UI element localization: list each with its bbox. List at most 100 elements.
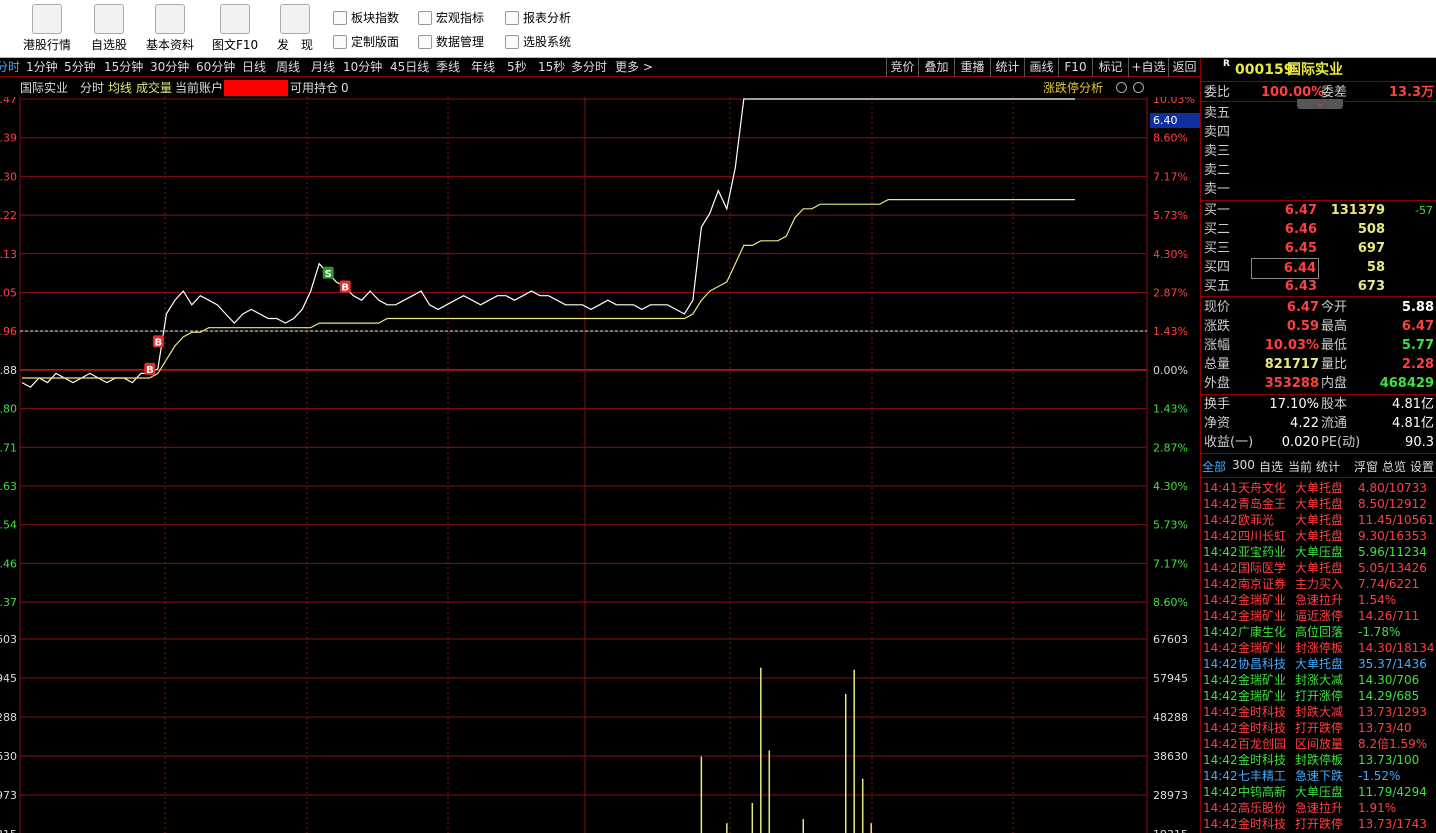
toolbar-link-3[interactable]: 定制版面 <box>333 32 399 52</box>
news-item[interactable]: 14:42 广康生化 高位回落 -1.78% <box>1201 624 1436 640</box>
news-item[interactable]: 14:42 金瑞矿业 逼近涨停 14.26/711 <box>1201 608 1436 624</box>
period-tab-5[interactable]: 60分钟 <box>196 58 235 77</box>
news-item[interactable]: 14:42 金瑞矿业 打开涨停 14.29/685 <box>1201 688 1436 704</box>
news-tab-6[interactable]: 总览 <box>1382 458 1406 475</box>
close-circle-icon[interactable] <box>1133 82 1144 93</box>
price-tick-label: 6.22 <box>0 209 17 222</box>
toolbar-link-0[interactable]: 板块指数 <box>333 8 399 28</box>
news-item[interactable]: 14:42 金时科技 封跌大减 13.73/1293 <box>1201 704 1436 720</box>
news-item[interactable]: 14:42 高乐股份 急速拉升 1.91% <box>1201 800 1436 816</box>
toolbar-button-1[interactable]: 自选股 <box>88 0 130 58</box>
period-tab-14[interactable]: 15秒 <box>538 58 565 77</box>
settings-circle-icon[interactable] <box>1116 82 1127 93</box>
news-time: 14:42 <box>1203 689 1238 703</box>
period-tab-1[interactable]: 1分钟 <box>26 58 58 77</box>
intraday-chart[interactable]: 6.47 10.03% 6.39 8.60% 6.30 7.17% 6.22 5.73% 6.1… <box>0 97 1200 833</box>
toolbar-link-5[interactable]: 选股系统 <box>505 32 571 52</box>
news-item[interactable]: 14:41 天舟文化 大单托盘 4.80/10733 <box>1201 480 1436 496</box>
period-tab-10[interactable]: 45日线 <box>390 58 429 77</box>
chart-tool-button-2[interactable]: 重播 <box>954 58 990 77</box>
news-item[interactable]: 14:42 四川长虹 大单托盘 9.30/16353 <box>1201 528 1436 544</box>
toolbar-button-0[interactable]: 港股行情 <box>22 0 72 58</box>
chart-tool-button-4[interactable]: 画线 <box>1024 58 1058 77</box>
news-item[interactable]: 14:42 协昌科技 大单托盘 35.37/1436 <box>1201 656 1436 672</box>
news-item[interactable]: 14:42 金瑞矿业 急速拉升 1.54% <box>1201 592 1436 608</box>
period-tab-6[interactable]: 日线 <box>242 58 266 77</box>
news-item[interactable]: 14:42 欧菲光 大单托盘 11.45/10561 <box>1201 512 1436 528</box>
news-stock: 亚宝药业 <box>1238 545 1287 559</box>
news-item[interactable]: 14:42 亚宝药业 大单压盘 5.96/11234 <box>1201 544 1436 560</box>
price-tick-label: 6.47 <box>0 97 17 106</box>
news-item[interactable]: 14:42 金瑞矿业 封涨停板 14.30/18134 <box>1201 640 1436 656</box>
chart-tool-button-6[interactable]: 标记 <box>1092 58 1128 77</box>
news-time: 14:42 <box>1203 721 1238 735</box>
toolbar-link-1[interactable]: 宏观指标 <box>418 8 484 28</box>
period-tab-2[interactable]: 5分钟 <box>64 58 96 77</box>
trade-marker-label: B <box>341 283 349 294</box>
chart-tool-button-5[interactable]: F10 <box>1058 58 1092 77</box>
period-tab-7[interactable]: 周线 <box>276 58 300 77</box>
news-stock: 金瑞矿业 <box>1238 593 1287 607</box>
news-item[interactable]: 14:42 金时科技 打开跌停 13.73/40 <box>1201 720 1436 736</box>
news-event: 打开跌停 <box>1295 817 1344 831</box>
chart-tool-button-7[interactable]: +自选 <box>1128 58 1168 77</box>
news-tab-2[interactable]: 自选 <box>1259 458 1283 475</box>
news-tab-5[interactable]: 浮窗 <box>1354 458 1378 475</box>
news-item[interactable]: 14:42 中钨高新 大单压盘 11.79/4294 <box>1201 784 1436 800</box>
limit-analysis-button[interactable]: 涨跌停分析 <box>1043 78 1103 98</box>
period-tab-11[interactable]: 季线 <box>436 58 460 77</box>
period-tab-8[interactable]: 月线 <box>311 58 335 77</box>
news-divider <box>1201 453 1436 454</box>
news-item[interactable]: 14:42 金时科技 打开跌停 13.73/1743 <box>1201 816 1436 832</box>
period-tab-15[interactable]: 多分时 <box>571 58 607 77</box>
chart-tool-button-3[interactable]: 统计 <box>990 58 1024 77</box>
news-value: 4.80/10733 <box>1358 481 1427 495</box>
news-stock: 中钨高新 <box>1238 785 1287 799</box>
period-tab-0[interactable]: 分时 <box>0 58 20 77</box>
news-time: 14:42 <box>1203 561 1238 575</box>
chart-tool-button-1[interactable]: 叠加 <box>918 58 954 77</box>
news-item[interactable]: 14:42 七丰精工 急速下跌 -1.52% <box>1201 768 1436 784</box>
period-tab-16[interactable]: 更多 > <box>615 58 653 77</box>
period-tab-13[interactable]: 5秒 <box>507 58 527 77</box>
period-tab-9[interactable]: 10分钟 <box>343 58 382 77</box>
toolbar-button-4[interactable]: 发 现 <box>272 0 318 58</box>
avg-line-label[interactable]: 均线 <box>108 78 132 98</box>
news-tab-0[interactable]: 全部 <box>1202 458 1226 475</box>
news-tab-1[interactable]: 300 <box>1232 458 1255 472</box>
news-item[interactable]: 14:42 南京证券 主力买入 7.74/6221 <box>1201 576 1436 592</box>
chart-tool-button-0[interactable]: 竞价 <box>886 58 918 77</box>
news-event: 大单托盘 <box>1295 481 1344 495</box>
price-tick-label: 5.96 <box>0 325 17 338</box>
pct-tick-label: 5.73% <box>1153 209 1188 222</box>
toolbar-button-2[interactable]: 基本资料 <box>144 0 196 58</box>
news-value: 14.26/711 <box>1358 609 1420 623</box>
news-item[interactable]: 14:42 金瑞矿业 封涨大减 14.30/706 <box>1201 672 1436 688</box>
pct-tick-label: 10.03% <box>1153 97 1195 106</box>
stat-value: 468429 <box>1379 376 1434 391</box>
period-tab-3[interactable]: 15分钟 <box>104 58 143 77</box>
news-value: 1.91% <box>1358 801 1397 815</box>
toolbar-link-2[interactable]: 报表分析 <box>505 8 571 28</box>
period-tab-12[interactable]: 年线 <box>471 58 495 77</box>
chart-tool-button-8[interactable]: 返回 <box>1168 58 1200 77</box>
news-value: 8.50/12912 <box>1358 497 1427 511</box>
news-item[interactable]: 14:42 金时科技 封跌停板 13.73/100 <box>1201 752 1436 768</box>
mode-label[interactable]: 分时 <box>80 78 104 98</box>
toolbar-button-3[interactable]: 图文F10 <box>212 0 258 58</box>
news-tab-4[interactable]: 统计 <box>1316 458 1340 475</box>
buy-level-row: 买四 6.44 58 <box>1201 258 1436 279</box>
news-tab-7[interactable]: 设置 <box>1410 458 1434 475</box>
fundamental-label: 收益(一) <box>1204 435 1254 450</box>
price-tick-label: 5.54 <box>0 519 17 532</box>
volume-label[interactable]: 成交量 <box>136 78 172 98</box>
news-tab-3[interactable]: 当前 <box>1288 458 1312 475</box>
buy-level-change: -57 <box>1415 204 1433 217</box>
news-stock: 天舟文化 <box>1238 481 1287 495</box>
news-item[interactable]: 14:42 国际医学 大单托盘 5.05/13426 <box>1201 560 1436 576</box>
news-event: 急速下跌 <box>1295 769 1344 783</box>
news-item[interactable]: 14:42 百龙创园 区间放量 8.2倍1.59% <box>1201 736 1436 752</box>
news-item[interactable]: 14:42 青岛金王 大单托盘 8.50/12912 <box>1201 496 1436 512</box>
period-tab-4[interactable]: 30分钟 <box>150 58 189 77</box>
toolbar-link-4[interactable]: 数据管理 <box>418 32 484 52</box>
